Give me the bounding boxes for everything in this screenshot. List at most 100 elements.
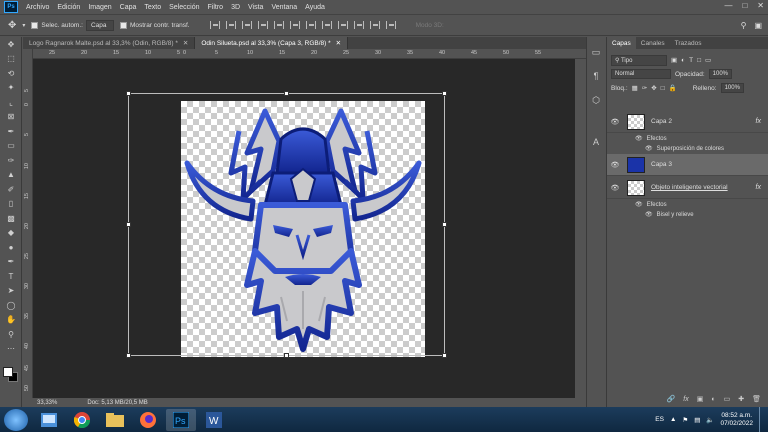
opacity-field[interactable]: 100% [708, 69, 732, 79]
transform-bounding-box[interactable] [126, 91, 447, 358]
menu-3d[interactable]: 3D [227, 4, 244, 11]
eye-icon[interactable]: 👁 [607, 161, 623, 169]
menu-seleccion[interactable]: Selección [165, 4, 203, 11]
distribute-hcenter-icon[interactable] [369, 21, 380, 29]
tool-preset-chevron-icon[interactable]: ▾ [22, 22, 25, 29]
lock-all-icon[interactable]: 🔒 [669, 84, 677, 92]
3d-icon[interactable]: ⬡ [587, 91, 605, 109]
eye-icon[interactable]: 👁 [645, 145, 653, 152]
distribute-bottom-icon[interactable] [337, 21, 348, 29]
layer-name[interactable]: Capa 3 [651, 161, 672, 168]
crop-tool-icon[interactable]: ⌞ [0, 95, 22, 110]
group-icon[interactable]: ▭ [724, 395, 731, 403]
adjustment-icon[interactable]: ◐ [711, 396, 715, 403]
effect-row[interactable]: 👁 Superposición de colores [607, 143, 768, 154]
type-tool-icon[interactable]: T [0, 269, 22, 284]
healing-brush-tool-icon[interactable]: ▭ [0, 139, 22, 154]
new-layer-icon[interactable]: ✚ [738, 395, 744, 403]
history-icon[interactable]: ▭ [587, 43, 605, 61]
canvas-area[interactable] [33, 59, 575, 398]
fx-icon[interactable]: fx [683, 396, 688, 403]
link-icon[interactable]: 🔗 [667, 395, 676, 403]
lasso-tool-icon[interactable]: ⟲ [0, 66, 22, 81]
transform-handle[interactable] [126, 222, 131, 227]
tab-logo-ragnarok[interactable]: Logo Ragnarok Malte.psd al 33,3% (Odin, … [23, 37, 196, 49]
path-select-tool-icon[interactable]: ➤ [0, 284, 22, 299]
filter-adjust-icon[interactable]: ◐ [681, 57, 685, 64]
photoshop-taskbar-icon[interactable]: Ps [166, 408, 196, 431]
paragraph-icon[interactable]: ¶ [587, 67, 605, 85]
minimize-icon[interactable]: — [724, 1, 732, 10]
distribute-vcenter-icon[interactable] [321, 21, 332, 29]
folder-taskbar-icon[interactable] [100, 409, 130, 431]
distribute-right-icon[interactable] [385, 21, 396, 29]
fx-icon[interactable]: fx [756, 184, 761, 191]
fx-icon[interactable]: fx [756, 118, 761, 125]
language-indicator[interactable]: ES [655, 416, 664, 423]
zoom-level[interactable]: 33,33% [37, 400, 57, 406]
frame-tool-icon[interactable]: ⊠ [0, 110, 22, 125]
show-transform-checkbox[interactable] [119, 21, 127, 29]
volume-icon[interactable]: 🔈 [706, 416, 714, 424]
network-icon[interactable]: ▤ [694, 416, 700, 424]
pen-tool-icon[interactable]: ✒ [0, 255, 22, 270]
layer-capa-2[interactable]: 👁 Capa 2 fx [607, 111, 768, 133]
transform-handle[interactable] [284, 353, 289, 358]
align-hcenter-icon[interactable] [273, 21, 284, 29]
tab-odin-silueta[interactable]: Odin Silueta.psd al 33,3% (Capa 3, RGB/8… [195, 37, 349, 49]
flag-icon[interactable]: ⚑ [682, 416, 688, 424]
align-left-icon[interactable] [257, 21, 268, 29]
brush-tool-icon[interactable]: ✑ [0, 153, 22, 168]
menu-ayuda[interactable]: Ayuda [301, 4, 329, 11]
filter-smart-icon[interactable]: ▭ [705, 56, 711, 64]
marquee-tool-icon[interactable]: ⬚ [0, 52, 22, 67]
menu-archivo[interactable]: Archivo [22, 4, 53, 11]
search-icon[interactable]: ⚲ [741, 21, 747, 30]
foreground-color[interactable] [3, 367, 13, 377]
eyedropper-tool-icon[interactable]: ✒ [0, 124, 22, 139]
eraser-tool-icon[interactable]: ▯ [0, 197, 22, 212]
clock[interactable]: 08:52 a.m. 07/02/2022 [720, 412, 753, 428]
more-tools-icon[interactable]: ⋯ [0, 342, 22, 357]
hand-tool-icon[interactable]: ✋ [0, 313, 22, 328]
effect-row[interactable]: 👁 Bisel y relieve [607, 209, 768, 220]
firefox-taskbar-icon[interactable] [133, 409, 163, 431]
shape-tool-icon[interactable]: ◯ [0, 298, 22, 313]
word-taskbar-icon[interactable]: W [199, 409, 229, 431]
transform-handle[interactable] [126, 91, 131, 96]
eye-icon[interactable]: 👁 [635, 201, 643, 208]
stamp-tool-icon[interactable]: ▲ [0, 168, 22, 183]
character-icon[interactable]: A [587, 133, 605, 151]
align-bottom-icon[interactable] [241, 21, 252, 29]
auto-select-checkbox[interactable] [31, 21, 39, 29]
distribute-top-icon[interactable] [305, 21, 316, 29]
eye-icon[interactable]: 👁 [645, 211, 653, 218]
quick-select-tool-icon[interactable]: ✦ [0, 81, 22, 96]
lock-artboard-icon[interactable]: □ [661, 85, 665, 92]
auto-select-dropdown[interactable]: Capa [85, 19, 114, 31]
color-swatches[interactable] [3, 367, 19, 383]
menu-ventana[interactable]: Ventana [267, 4, 301, 11]
dodge-tool-icon[interactable]: ● [0, 240, 22, 255]
tab-trazados[interactable]: Trazados [670, 37, 707, 49]
lock-pixels-icon[interactable]: ✑ [642, 84, 647, 92]
tab-capas[interactable]: Capas [607, 37, 636, 49]
transform-handle[interactable] [442, 91, 447, 96]
align-right-icon[interactable] [289, 21, 300, 29]
start-button[interactable] [4, 408, 28, 431]
align-vcenter-icon[interactable] [225, 21, 236, 29]
menu-edicion[interactable]: Edición [53, 4, 84, 11]
menu-filtro[interactable]: Filtro [204, 4, 228, 11]
menu-texto[interactable]: Texto [140, 4, 165, 11]
close-icon[interactable]: ✕ [757, 1, 764, 10]
align-top-icon[interactable] [209, 21, 220, 29]
maximize-icon[interactable]: □ [742, 1, 747, 10]
transform-handle[interactable] [284, 91, 289, 96]
tab-canales[interactable]: Canales [636, 37, 670, 49]
close-icon[interactable]: ✕ [336, 39, 341, 47]
transform-handle[interactable] [442, 353, 447, 358]
layer-filter-dropdown[interactable]: ⚲ Tipo [611, 54, 667, 66]
eye-icon[interactable]: 👁 [607, 184, 623, 192]
eye-icon[interactable]: 👁 [635, 135, 643, 142]
tray-up-icon[interactable]: ▲ [670, 416, 676, 423]
